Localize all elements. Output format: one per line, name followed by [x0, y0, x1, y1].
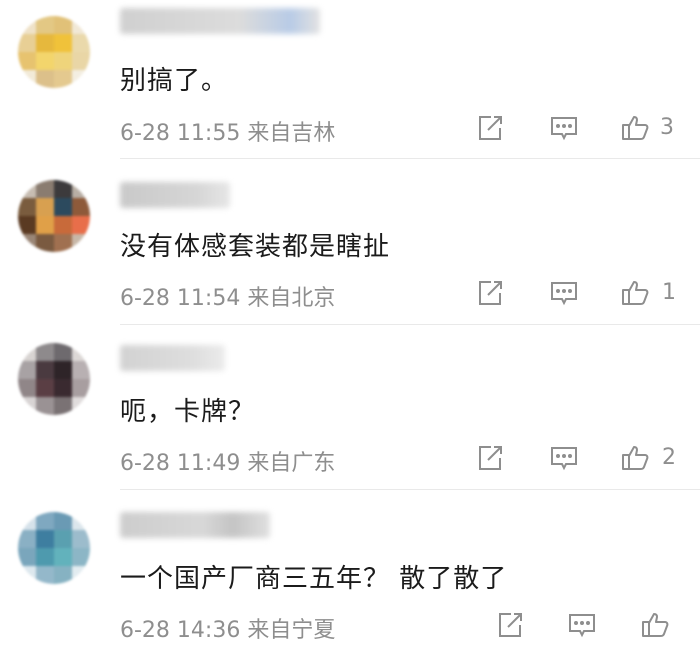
share-icon[interactable]: [475, 443, 505, 473]
divider: [120, 158, 700, 159]
comment-icon[interactable]: [549, 443, 579, 473]
comment-item: 呃，卡牌？ 6-28 11:49 来自广东 2: [0, 325, 700, 490]
comment-time: 6-28 11:54: [120, 286, 241, 311]
comment-icon[interactable]: [549, 113, 579, 143]
comment-icon[interactable]: [567, 610, 597, 640]
like-count: 2: [662, 445, 676, 470]
comment-meta: 6-28 11:55 来自吉林: [120, 115, 335, 147]
comment-time: 6-28 11:55: [120, 121, 241, 146]
username-blurred[interactable]: [120, 512, 270, 538]
comment-location: 来自宁夏: [247, 618, 336, 643]
comment-item: 一个国产厂商三五年？ 散了散了 6-28 14:36 来自宁夏: [0, 490, 700, 660]
comment-item: 别搞了。 6-28 11:55 来自吉林 3: [0, 0, 700, 160]
thumbs-up-icon[interactable]: [620, 442, 650, 472]
comment-location: 来自广东: [247, 451, 336, 476]
username-blurred[interactable]: [120, 182, 230, 208]
comment-meta: 6-28 11:54 来自北京: [120, 280, 335, 312]
comment-time: 6-28 11:49: [120, 451, 241, 476]
comment-icon[interactable]: [549, 278, 579, 308]
like-count: 1: [662, 280, 676, 305]
comment-meta: 6-28 11:49 来自广东: [120, 445, 335, 477]
comment-location: 来自吉林: [247, 121, 336, 146]
thumbs-up-icon[interactable]: [620, 112, 650, 142]
comment-text: 一个国产厂商三五年？ 散了散了: [120, 564, 508, 594]
username-blurred[interactable]: [120, 8, 320, 34]
comment-location: 来自北京: [247, 286, 336, 311]
comment-text: 呃，卡牌？: [120, 397, 256, 427]
comment-item: 没有体感套装都是瞎扯 6-28 11:54 来自北京 1: [0, 160, 700, 325]
avatar[interactable]: [18, 512, 90, 584]
share-icon[interactable]: [475, 278, 505, 308]
comment-text: 没有体感套装都是瞎扯: [120, 232, 391, 262]
comment-time: 6-28 14:36: [120, 618, 241, 643]
avatar[interactable]: [18, 180, 90, 252]
comment-text: 别搞了。: [120, 66, 229, 96]
thumbs-up-icon[interactable]: [640, 609, 670, 639]
avatar[interactable]: [18, 343, 90, 415]
username-blurred[interactable]: [120, 345, 225, 371]
comment-meta: 6-28 14:36 来自宁夏: [120, 612, 335, 644]
avatar[interactable]: [18, 16, 90, 88]
like-count: 3: [660, 115, 674, 140]
share-icon[interactable]: [495, 610, 525, 640]
share-icon[interactable]: [475, 113, 505, 143]
thumbs-up-icon[interactable]: [620, 277, 650, 307]
